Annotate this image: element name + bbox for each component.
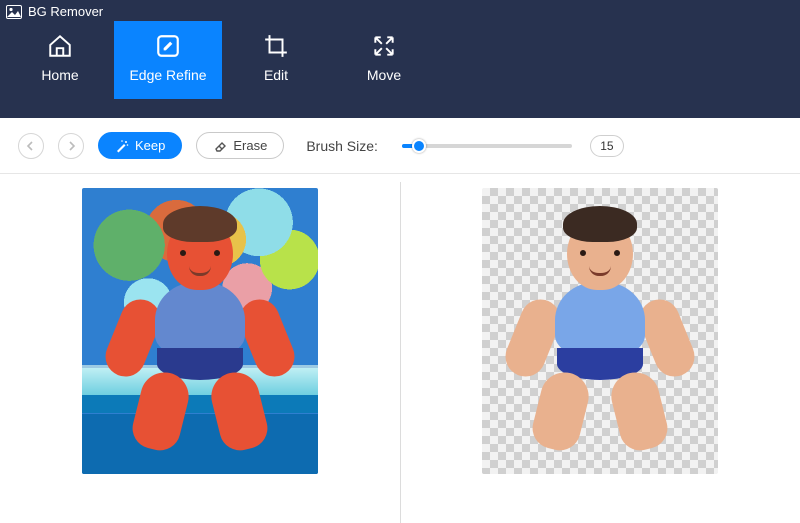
undo-button[interactable] [18,133,44,159]
app-header: BG Remover Home Edge Refine Edit Move [0,0,800,118]
tab-move[interactable]: Move [330,21,438,99]
redo-button[interactable] [58,133,84,159]
subject-mask-overlay [115,208,285,468]
original-image [82,188,318,474]
app-logo-icon [6,5,22,19]
result-image [482,188,718,474]
subject-cutout [515,208,685,468]
keep-button[interactable]: Keep [98,132,182,159]
brush-size-value: 15 [590,135,624,157]
titlebar: BG Remover [0,0,800,23]
original-panel[interactable] [0,174,400,523]
workspace [0,174,800,523]
brush-size-slider[interactable] [402,144,572,148]
wand-icon [115,139,129,153]
home-icon [47,33,73,59]
edge-refine-toolbar: Keep Erase Brush Size: 15 [0,118,800,174]
tab-edit[interactable]: Edit [222,21,330,99]
crop-icon [263,33,289,59]
tab-label: Edit [264,67,288,83]
main-tabs: Home Edge Refine Edit Move [0,21,800,99]
brush-size-label: Brush Size: [306,138,378,154]
keep-label: Keep [135,138,165,153]
expand-arrows-icon [371,33,397,59]
eraser-icon [213,139,227,153]
tab-label: Move [367,67,401,83]
tab-edge-refine[interactable]: Edge Refine [114,21,222,99]
edit-square-icon [155,33,181,59]
tab-home[interactable]: Home [6,21,114,99]
tab-label: Home [41,67,78,83]
tab-label: Edge Refine [129,67,206,83]
app-title: BG Remover [28,4,103,19]
result-panel[interactable] [401,174,800,523]
slider-thumb[interactable] [412,139,426,153]
erase-label: Erase [233,138,267,153]
erase-button[interactable]: Erase [196,132,284,159]
